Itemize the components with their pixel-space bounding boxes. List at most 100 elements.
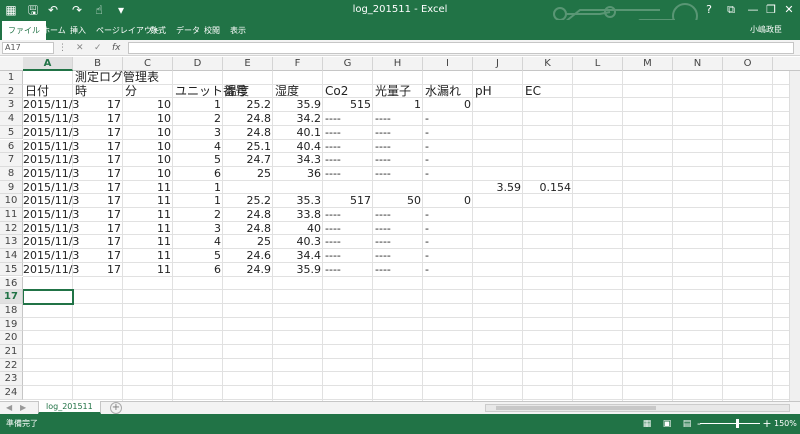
data-cell[interactable]: 0: [423, 194, 473, 208]
row-header-7[interactable]: 7: [0, 153, 23, 167]
data-cell[interactable]: 25: [223, 235, 273, 249]
data-cell[interactable]: 10: [123, 167, 173, 181]
data-cell[interactable]: ----: [373, 208, 423, 222]
data-cell[interactable]: 24.9: [223, 263, 273, 277]
row-header-23[interactable]: 23: [0, 372, 23, 387]
data-cell[interactable]: 2015/11/3: [23, 98, 79, 112]
zoom-slider[interactable]: [700, 423, 760, 424]
data-cell[interactable]: ----: [373, 126, 423, 140]
data-cell[interactable]: 40: [273, 222, 323, 236]
data-cell[interactable]: 24.8: [223, 112, 273, 126]
data-cell[interactable]: 34.4: [273, 249, 323, 263]
data-cell[interactable]: 0: [423, 98, 473, 112]
data-cell[interactable]: 5: [173, 153, 223, 167]
data-cell[interactable]: 11: [123, 263, 173, 277]
zoom-level[interactable]: 150%: [774, 414, 797, 434]
data-cell[interactable]: 10: [123, 98, 173, 112]
data-cell[interactable]: 17: [73, 194, 123, 208]
data-cell[interactable]: 0.154: [523, 181, 573, 195]
data-cell[interactable]: ----: [323, 167, 373, 181]
data-cell[interactable]: 4: [173, 235, 223, 249]
data-cell[interactable]: 10: [123, 126, 173, 140]
data-cell[interactable]: 17: [73, 222, 123, 236]
data-cell[interactable]: -: [423, 249, 473, 263]
data-cell[interactable]: -: [423, 153, 473, 167]
data-cell[interactable]: 34.3: [273, 153, 323, 167]
data-cell[interactable]: 36: [273, 167, 323, 181]
data-cell[interactable]: 11: [123, 235, 173, 249]
data-cell[interactable]: 2015/11/3: [23, 112, 79, 126]
data-cell[interactable]: 17: [73, 263, 123, 277]
data-cell[interactable]: -: [423, 235, 473, 249]
close-button[interactable]: ✕: [778, 0, 800, 20]
row-header-15[interactable]: 15: [0, 262, 23, 277]
tab-view[interactable]: 表示: [224, 21, 252, 40]
data-cell[interactable]: 11: [123, 181, 173, 195]
data-cell[interactable]: 17: [73, 126, 123, 140]
data-cell[interactable]: ----: [323, 140, 373, 154]
row-header-9[interactable]: 9: [0, 180, 23, 195]
row-header-17[interactable]: 17: [0, 290, 23, 304]
column-label-cell[interactable]: ユニット番号: [173, 84, 247, 99]
data-cell[interactable]: ----: [373, 167, 423, 181]
data-cell[interactable]: 35.3: [273, 194, 323, 208]
column-header-L[interactable]: L: [573, 57, 623, 71]
vertical-scrollbar[interactable]: [789, 71, 800, 401]
row-header-4[interactable]: 4: [0, 112, 23, 126]
column-header-E[interactable]: E: [223, 57, 273, 71]
cancel-icon[interactable]: ✕: [76, 41, 84, 55]
column-label-cell[interactable]: pH: [473, 84, 523, 99]
sheet-tab-log[interactable]: log_201511: [38, 401, 101, 414]
data-cell[interactable]: 40.3: [273, 235, 323, 249]
column-label-cell[interactable]: 湿度: [273, 84, 323, 99]
data-cell[interactable]: 3: [173, 222, 223, 236]
column-label-cell[interactable]: 分: [123, 84, 173, 99]
row-header-21[interactable]: 21: [0, 345, 23, 359]
data-cell[interactable]: ----: [373, 140, 423, 154]
column-header-D[interactable]: D: [173, 57, 223, 71]
data-cell[interactable]: 24.8: [223, 222, 273, 236]
column-header-A[interactable]: A: [23, 57, 73, 71]
insert-function-icon[interactable]: fx: [112, 41, 121, 55]
data-cell[interactable]: 515: [323, 98, 373, 112]
data-cell[interactable]: 17: [73, 249, 123, 263]
data-cell[interactable]: -: [423, 263, 473, 277]
column-header-J[interactable]: J: [473, 57, 523, 71]
column-header-I[interactable]: I: [423, 57, 473, 71]
cell-grid[interactable]: 測定ログ管理表 日付時分ユニット番号 温度 湿度 Co2 光量子 水漏れ pH EC 2015/1…: [23, 71, 800, 401]
column-header-H[interactable]: H: [373, 57, 423, 71]
data-cell[interactable]: ----: [323, 208, 373, 222]
data-cell[interactable]: 2: [173, 112, 223, 126]
data-cell[interactable]: -: [423, 208, 473, 222]
tab-review[interactable]: 校閲: [198, 21, 226, 40]
name-box[interactable]: A17: [2, 42, 54, 54]
data-cell[interactable]: ----: [323, 249, 373, 263]
data-cell[interactable]: ----: [323, 222, 373, 236]
data-cell[interactable]: 11: [123, 222, 173, 236]
normal-view-icon[interactable]: ▦: [640, 417, 654, 431]
data-cell[interactable]: 11: [123, 194, 173, 208]
data-cell[interactable]: -: [423, 222, 473, 236]
data-cell[interactable]: 17: [73, 140, 123, 154]
row-header-2[interactable]: 2: [0, 84, 23, 99]
data-cell[interactable]: 6: [173, 263, 223, 277]
next-sheet-icon[interactable]: ▶: [20, 402, 26, 414]
data-cell[interactable]: 2015/11/3: [23, 153, 79, 167]
data-cell[interactable]: 3.59: [473, 181, 523, 195]
zoom-out-button[interactable]: -: [692, 417, 706, 431]
data-cell[interactable]: 17: [73, 98, 123, 112]
column-header-B[interactable]: B: [73, 57, 123, 71]
data-cell[interactable]: 17: [73, 167, 123, 181]
data-cell[interactable]: 4: [173, 140, 223, 154]
row-header-6[interactable]: 6: [0, 139, 23, 154]
data-cell[interactable]: ----: [373, 263, 423, 277]
data-cell[interactable]: 2015/11/3: [23, 126, 79, 140]
data-cell[interactable]: 1: [173, 181, 223, 195]
data-cell[interactable]: 17: [73, 235, 123, 249]
data-cell[interactable]: ----: [373, 222, 423, 236]
data-cell[interactable]: -: [423, 126, 473, 140]
data-cell[interactable]: ----: [323, 153, 373, 167]
row-header-11[interactable]: 11: [0, 208, 23, 222]
data-cell[interactable]: 25.2: [223, 194, 273, 208]
data-cell[interactable]: 33.8: [273, 208, 323, 222]
